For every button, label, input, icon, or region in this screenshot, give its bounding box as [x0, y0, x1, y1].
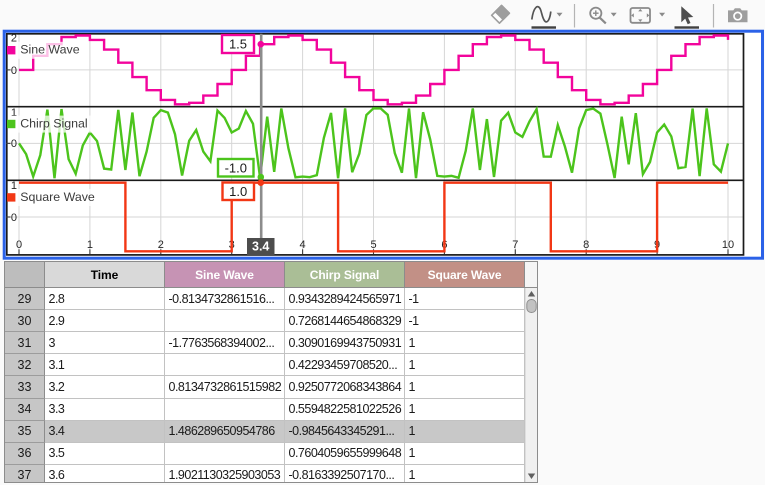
svg-text:0: 0 — [11, 138, 17, 150]
svg-text:4: 4 — [300, 239, 306, 251]
svg-text:1.5: 1.5 — [229, 37, 247, 52]
svg-text:Square Wave: Square Wave — [20, 190, 95, 204]
svg-text:0: 0 — [16, 239, 22, 251]
svg-text:-1.0: -1.0 — [225, 160, 247, 175]
svg-text:1: 1 — [87, 239, 93, 251]
svg-text:0: 0 — [11, 65, 17, 77]
svg-text:Sine Wave: Sine Wave — [20, 43, 80, 57]
svg-text:1.0: 1.0 — [229, 184, 247, 199]
svg-text:8: 8 — [583, 239, 589, 251]
svg-text:7: 7 — [512, 239, 518, 251]
svg-text:0: 0 — [11, 212, 17, 224]
svg-text:10: 10 — [722, 239, 734, 251]
svg-text:2: 2 — [158, 239, 164, 251]
svg-text:5: 5 — [370, 239, 376, 251]
svg-text:Chirp Signal: Chirp Signal — [20, 117, 88, 131]
svg-text:3.4: 3.4 — [252, 240, 269, 254]
